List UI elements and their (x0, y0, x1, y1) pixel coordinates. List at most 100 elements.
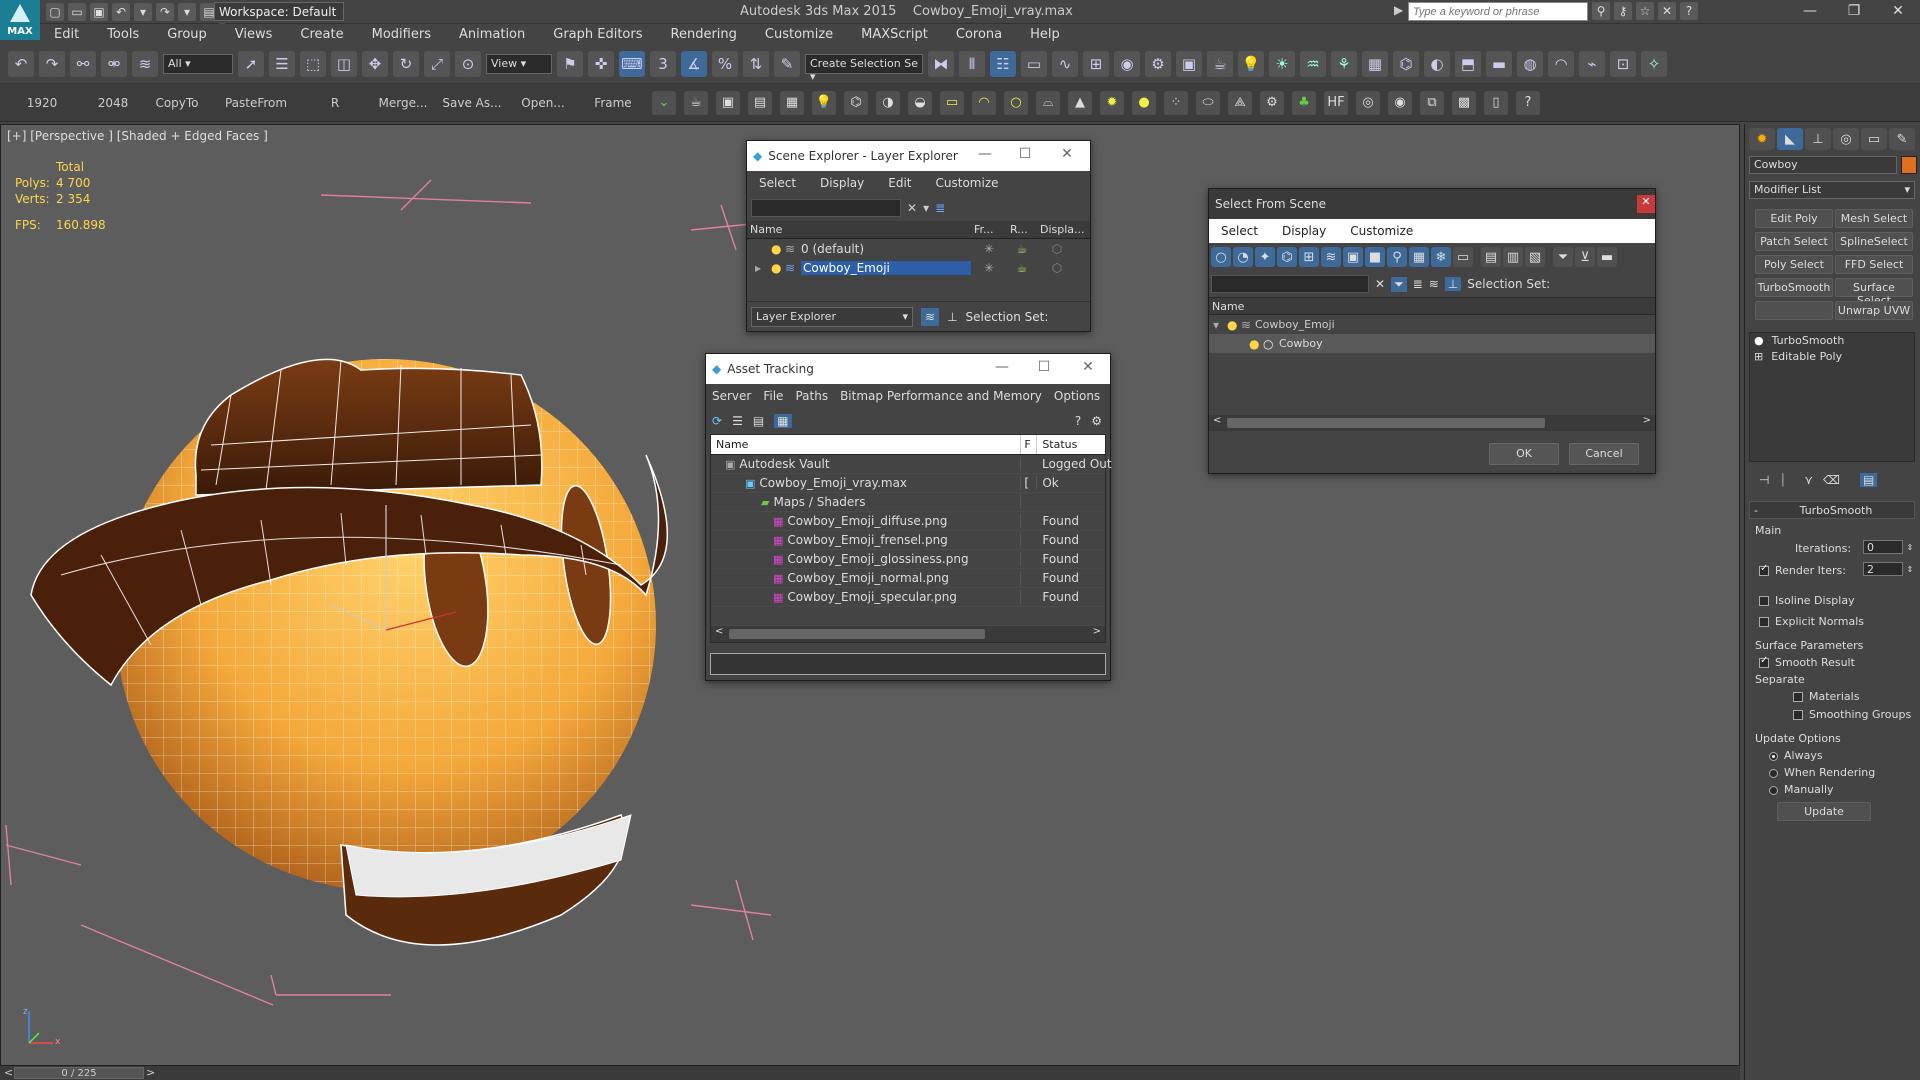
edit-poly-button[interactable]: Edit Poly (1755, 209, 1833, 228)
vray-physical-camera-icon[interactable]: ⌬ (1393, 50, 1419, 77)
lightbulb-icon[interactable]: ● (1227, 318, 1241, 332)
select-from-scene-titlebar[interactable]: Select From Scene ✕ (1209, 189, 1655, 219)
menu-tools[interactable]: Tools (93, 27, 153, 42)
bind-spacewarp-icon[interactable]: ≋ (132, 50, 158, 77)
object-color-swatch[interactable] (1901, 156, 1917, 174)
menu-display[interactable]: Display (1270, 224, 1338, 238)
gear-icon[interactable]: ⚙ (1260, 90, 1284, 115)
collapse-icon[interactable]: ▬ (1597, 247, 1617, 267)
update-button[interactable]: Update (1777, 802, 1871, 821)
render-teapot-icon[interactable]: ☕ (1007, 261, 1037, 275)
when-rendering-radio[interactable] (1769, 768, 1778, 778)
explorer-type-dropdown[interactable]: Layer Explorer ▾ (751, 306, 913, 327)
iterations-spinner[interactable]: 0 ⇕ (1863, 540, 1913, 554)
layers-mode-icon[interactable]: ≋ (921, 307, 940, 326)
select-by-name-icon[interactable]: ☰ (269, 50, 295, 77)
star-icon[interactable]: ☆ (1636, 2, 1654, 20)
asset-row[interactable]: ▦ Cowboy_Emoji_normal.png Found (711, 569, 1105, 588)
isoline-row[interactable]: Isoline Display (1759, 594, 1855, 607)
col-display[interactable]: Displa... (1037, 221, 1089, 238)
workspace-dropdown[interactable]: Workspace: Default ▾ (214, 2, 344, 33)
time-slider[interactable]: < 0 / 225 > (0, 1066, 1740, 1080)
ffd-select-button[interactable]: FFD Select (1835, 255, 1913, 274)
filter-options-icon[interactable]: ⊻ (1575, 247, 1595, 267)
lightbulb-icon[interactable]: ● (1754, 334, 1764, 347)
expand-arrow-icon[interactable]: ▸ (755, 261, 765, 275)
vray-bulb-icon[interactable]: ✧ (1641, 50, 1667, 77)
merge-button[interactable]: Merge... (370, 96, 436, 110)
lightbulb-icon[interactable]: ● (771, 242, 785, 256)
teapot-icon[interactable]: ◐ (1424, 50, 1450, 77)
expand-plus-icon[interactable]: ⊞ (1754, 350, 1763, 363)
layer-tools-icon[interactable]: ≣ (1413, 277, 1423, 291)
col-name[interactable]: Name (1209, 298, 1655, 315)
scrollbar-thumb[interactable] (729, 629, 985, 639)
manually-row[interactable]: Manually (1769, 783, 1834, 796)
resolution-2048-button[interactable]: 2048 (84, 96, 142, 110)
layer-row[interactable]: ▸ ● ≋ Cowboy_Emoji ✳ ☕ ⬡ (747, 258, 1090, 277)
layers-icon[interactable]: ≋ (1429, 277, 1439, 291)
turbosmooth-button[interactable]: TurboSmooth (1755, 278, 1833, 297)
filter-icon[interactable]: ▾ (923, 201, 929, 215)
collapse-arrow-icon[interactable]: ▾ (1213, 318, 1227, 332)
helpers-filter-icon[interactable]: ⊞ (1299, 247, 1319, 267)
menu-graph-editors[interactable]: Graph Editors (539, 27, 656, 42)
vray-sun-icon[interactable]: ☀ (1269, 50, 1295, 77)
menu-customize[interactable]: Customize (1338, 224, 1425, 238)
menu-help[interactable]: Help (1016, 27, 1074, 42)
new-file-icon[interactable]: ▢ (46, 3, 64, 21)
key-icon[interactable]: ⚷ (1614, 2, 1632, 20)
open-file-icon[interactable]: ▭ (68, 3, 86, 21)
link-icon[interactable]: ⚯ (70, 50, 96, 77)
asset-row[interactable]: ▰ Maps / Shaders (711, 493, 1105, 512)
scrollbar-thumb[interactable] (1227, 418, 1545, 428)
menu-edit[interactable]: Edit (40, 27, 93, 42)
smoothing-groups-row[interactable]: Smoothing Groups (1793, 708, 1911, 721)
mirror-icon[interactable]: ⧓ (928, 50, 954, 77)
named-selection-dropdown[interactable]: Create Selection Se ▾ (805, 53, 923, 83)
detail-view-icon[interactable]: ▤ (753, 414, 764, 428)
close-button[interactable]: ✕ (1637, 195, 1655, 213)
when-rendering-row[interactable]: When Rendering (1769, 766, 1875, 779)
geometry-filter-icon[interactable]: ○ (1211, 247, 1231, 267)
menu-modifiers[interactable]: Modifiers (358, 27, 445, 42)
freeze-icon[interactable]: ✳ (971, 261, 1007, 275)
fur-icon[interactable]: ♣ (1292, 90, 1316, 115)
layer-explorer-titlebar[interactable]: ◆ Scene Explorer - Layer Explorer — ☐ ✕ (747, 141, 1090, 171)
hf-icon[interactable]: HF (1324, 90, 1348, 115)
scroll-right-icon[interactable]: > (1093, 626, 1101, 637)
col-render[interactable]: R... (1007, 221, 1037, 238)
surface-select-button[interactable]: Surface Select (1835, 278, 1913, 307)
cancel-button[interactable]: Cancel (1569, 443, 1639, 465)
scatter-icon[interactable]: ⁘ (1164, 90, 1188, 115)
vray-mesh-export-icon[interactable]: ⬒ (1455, 50, 1481, 77)
schematic-view-icon[interactable]: ⊞ (1083, 50, 1109, 77)
render-iters-value[interactable]: 2 (1863, 562, 1903, 576)
rendered-frame-window-icon[interactable]: ▣ (1176, 50, 1202, 77)
patch-select-button[interactable]: Patch Select (1755, 232, 1833, 251)
remove-modifier-icon[interactable]: ⌫ (1823, 473, 1840, 487)
snaps-toggle-icon[interactable]: 3 (650, 50, 676, 77)
resolution-1920-button[interactable]: 1920 (0, 96, 84, 110)
capsule-icon[interactable]: ⬭ (1196, 90, 1220, 115)
table-view-icon[interactable]: ▦ (774, 414, 792, 428)
minimize-button[interactable]: — (992, 359, 1012, 377)
binoculars-icon[interactable]: ⚲ (1592, 2, 1610, 20)
create-tab-icon[interactable]: ✹ (1749, 128, 1775, 150)
menu-views[interactable]: Views (221, 27, 287, 42)
copy-to-button[interactable]: CopyTo (142, 96, 212, 110)
search-input[interactable] (1408, 2, 1588, 21)
bones-filter-icon[interactable]: ⚲ (1387, 247, 1407, 267)
vray-dome-icon[interactable]: ◠ (1548, 50, 1574, 77)
light-lister-icon[interactable]: 💡 (812, 90, 836, 115)
clear-icon[interactable]: ✕ (1375, 277, 1385, 291)
selection-filter-dropdown[interactable]: All ▾ (163, 53, 233, 74)
r-button[interactable]: R (300, 96, 370, 110)
chevron-down-icon[interactable]: ⌄ (652, 90, 676, 115)
restore-button[interactable]: ❐ (1832, 0, 1876, 24)
render-iters-spinner[interactable]: 2 ⇕ (1863, 562, 1913, 576)
make-unique-icon[interactable]: ⋎ (1804, 473, 1813, 487)
sun-icon[interactable]: ✹ (1100, 90, 1124, 115)
menu-edit[interactable]: Edit (876, 176, 923, 190)
tree-row-selected[interactable]: ● ○ Cowboy (1209, 334, 1655, 353)
